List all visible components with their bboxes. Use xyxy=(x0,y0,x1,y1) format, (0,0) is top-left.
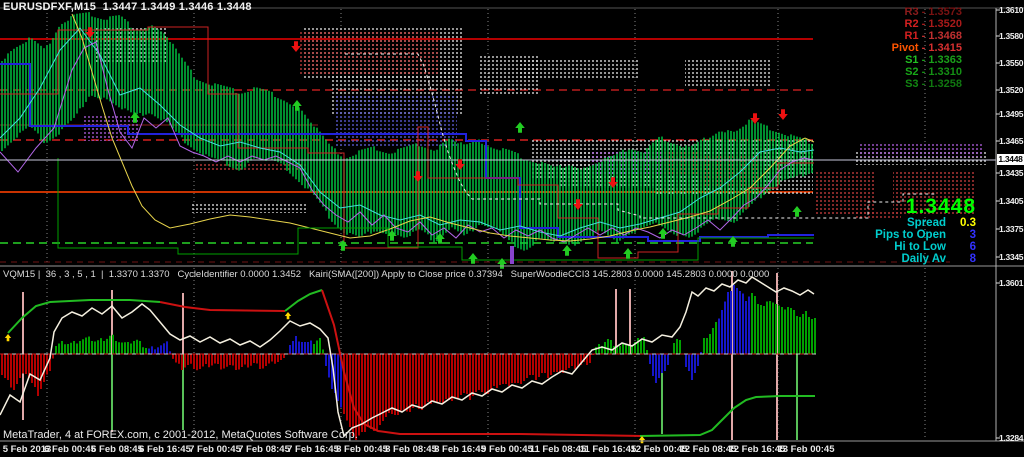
buy-arrow-icon xyxy=(792,206,802,217)
market-info-row: Spread0.3 xyxy=(875,217,976,229)
time-axis[interactable]: 5 Feb 20136 Feb 00:456 Feb 08:456 Feb 16… xyxy=(0,443,1024,457)
buy-arrow-icon xyxy=(338,240,348,251)
market-info-row: Hi to Low6 xyxy=(875,241,976,253)
pivot-level-row: R2 - 1.3520 xyxy=(892,18,962,30)
time-tick-label: 13 Feb 00:45 xyxy=(766,444,846,455)
price-tick-label: 1.3345 xyxy=(999,252,1023,262)
price-tick-label: 1.3520 xyxy=(999,85,1023,95)
metatrader-chart-window: EURUSDFXF,M15 1.3447 1.3449 1.3446 1.344… xyxy=(0,0,1024,457)
current-price-tag: 1.3448 xyxy=(997,154,1024,165)
price-tick-label: 1.3550 xyxy=(999,58,1023,68)
sell-arrow-icon xyxy=(778,109,788,120)
market-info-panel: 1.3448 Spread0.3Pips to Open3Hi to Low6D… xyxy=(875,196,976,265)
price-tick-label: 1.3435 xyxy=(999,168,1023,178)
buy-arrow-icon xyxy=(285,312,291,319)
pivot-level-row: S2 - 1.3310 xyxy=(892,66,962,78)
pivot-level-row: R1 - 1.3468 xyxy=(892,30,962,42)
chart-title: EURUSDFXF,M15 1.3447 1.3449 1.3446 1.344… xyxy=(3,1,252,13)
market-info-rows: Spread0.3Pips to Open3Hi to Low6Daily Av… xyxy=(875,217,976,265)
pivot-level-row: Pivot - 1.3415 xyxy=(892,42,962,54)
copyright-text: MetaTrader, 4 at FOREX.com, c 2001-2012,… xyxy=(3,429,358,441)
buy-arrow-icon xyxy=(562,245,572,256)
price-tick-label: 1.3580 xyxy=(999,31,1023,41)
market-info-row: Pips to Open3 xyxy=(875,229,976,241)
chart-canvas[interactable] xyxy=(0,0,1024,457)
price-tick-label: 1.3610 xyxy=(999,5,1023,15)
price-tick-label: 1.3465 xyxy=(999,136,1023,146)
osc-signal-green-b xyxy=(285,290,322,311)
buy-arrow-icon xyxy=(658,228,668,239)
pivot-levels-panel: R3 - 1.3573R2 - 1.3520R1 - 1.3468Pivot -… xyxy=(892,6,962,90)
buy-arrow-icon xyxy=(5,334,11,341)
buy-arrow-icon xyxy=(515,122,525,133)
pivot-level-row: R3 - 1.3573 xyxy=(892,6,962,18)
price-tick-label: 1.3284 xyxy=(999,433,1023,443)
price-tick-label: 1.3601 xyxy=(999,278,1023,288)
price-tick-label: 1.3495 xyxy=(999,109,1023,119)
buy-arrow-icon xyxy=(623,248,633,259)
market-info-row: Daily Av8 xyxy=(875,253,976,265)
pivot-level-row: S1 - 1.3363 xyxy=(892,54,962,66)
osc-signal-green-c xyxy=(640,396,815,436)
osc-signal-red-a xyxy=(160,302,285,311)
indicator-values-bar: VQM15 | 36 , 3 , 5 , 1 | 1.3370 1.3370 C… xyxy=(3,269,769,280)
osc-signal-green-a xyxy=(8,300,160,333)
price-tick-label: 1.3405 xyxy=(999,196,1023,206)
sell-arrow-icon xyxy=(291,41,301,52)
price-axis[interactable]: 1.3610 1.3580 1.3550 1.3520 1.3495 1.3465 1.34… xyxy=(997,0,1024,457)
price-tick-label: 1.3375 xyxy=(999,224,1023,234)
current-price-readout: 1.3448 xyxy=(875,196,976,217)
pivot-level-row: S3 - 1.3258 xyxy=(892,78,962,90)
